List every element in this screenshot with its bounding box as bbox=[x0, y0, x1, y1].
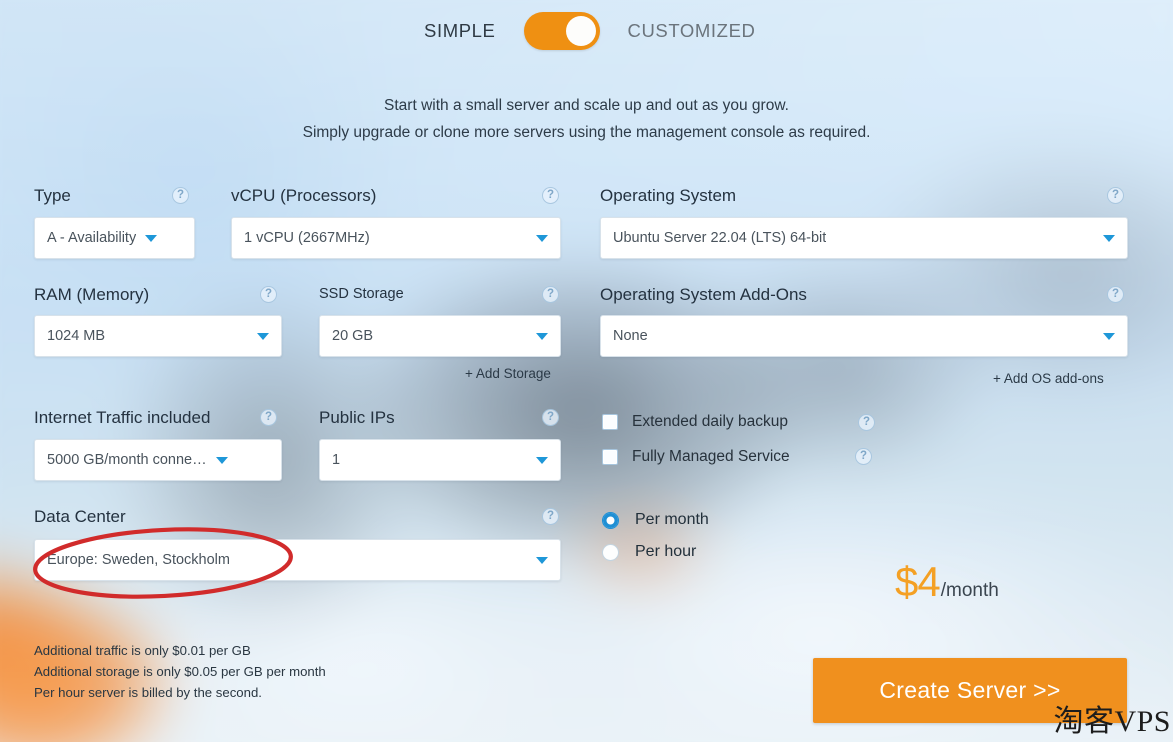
public-ips-select-value: 1 bbox=[332, 452, 341, 468]
label-os: Operating System bbox=[600, 186, 737, 205]
help-icon-os[interactable]: ? bbox=[1107, 187, 1124, 204]
os-select[interactable]: Ubuntu Server 22.04 (LTS) 64-bit bbox=[600, 217, 1128, 259]
checkbox-label-fully-managed: Fully Managed Service bbox=[632, 448, 790, 465]
add-os-addons-link[interactable]: + Add OS add-ons bbox=[993, 371, 1104, 386]
radio-row-per-hour[interactable]: Per hour bbox=[602, 543, 696, 561]
checkbox-row-fully-managed[interactable]: Fully Managed Service bbox=[602, 448, 790, 466]
help-icon-vcpu[interactable]: ? bbox=[542, 187, 559, 204]
add-storage-link[interactable]: + Add Storage bbox=[465, 366, 551, 381]
label-ssd: SSD Storage bbox=[319, 286, 404, 302]
help-icon-type[interactable]: ? bbox=[172, 187, 189, 204]
help-icon-public-ips[interactable]: ? bbox=[542, 409, 559, 426]
help-icon-fully-managed[interactable]: ? bbox=[855, 448, 872, 465]
mode-label-simple[interactable]: SIMPLE bbox=[346, 20, 496, 42]
price-period: /month bbox=[940, 580, 999, 601]
checkbox-fully-managed[interactable] bbox=[602, 449, 618, 465]
chevron-down-icon bbox=[257, 332, 269, 340]
chevron-down-icon bbox=[536, 456, 548, 464]
note-line-2: Additional storage is only $0.05 per GB … bbox=[34, 664, 326, 679]
mode-label-customized[interactable]: CUSTOMIZED bbox=[628, 20, 828, 42]
mode-toggle-row: SIMPLE CUSTOMIZED bbox=[0, 12, 1173, 50]
os-addons-select-value: None bbox=[613, 328, 648, 344]
vcpu-select-value: 1 vCPU (2667MHz) bbox=[244, 230, 370, 246]
datacenter-select-value: Europe: Sweden, Stockholm bbox=[47, 552, 230, 568]
chevron-down-icon bbox=[536, 332, 548, 340]
radio-row-per-month[interactable]: Per month bbox=[602, 511, 709, 529]
chevron-down-icon bbox=[215, 456, 228, 464]
toggle-knob bbox=[565, 16, 596, 46]
traffic-select[interactable]: 5000 GB/month conne… bbox=[34, 439, 282, 481]
watermark: 淘客VPS bbox=[1053, 705, 1171, 738]
checkbox-label-extended-backup: Extended daily backup bbox=[632, 413, 788, 430]
chevron-down-icon bbox=[145, 234, 158, 242]
note-line-1: Additional traffic is only $0.01 per GB bbox=[34, 643, 251, 658]
chevron-down-icon bbox=[1103, 332, 1115, 340]
radio-label-per-hour: Per hour bbox=[635, 543, 697, 560]
help-icon-traffic[interactable]: ? bbox=[260, 409, 277, 426]
help-icon-ram[interactable]: ? bbox=[260, 286, 277, 303]
ssd-select[interactable]: 20 GB bbox=[319, 315, 561, 357]
ram-select[interactable]: 1024 MB bbox=[34, 315, 282, 357]
label-traffic: Internet Traffic included bbox=[34, 408, 211, 427]
label-ram: RAM (Memory) bbox=[34, 285, 150, 304]
price-display: $4 /month bbox=[895, 558, 999, 606]
label-type: Type bbox=[34, 186, 71, 205]
price-amount: $4 bbox=[895, 558, 941, 605]
type-select-value: A - Availability bbox=[47, 230, 137, 246]
chevron-down-icon bbox=[536, 234, 548, 242]
chevron-down-icon bbox=[536, 556, 548, 564]
ssd-select-value: 20 GB bbox=[332, 328, 374, 344]
checkbox-row-extended-backup[interactable]: Extended daily backup bbox=[602, 413, 788, 431]
datacenter-select[interactable]: Europe: Sweden, Stockholm bbox=[34, 539, 561, 581]
vcpu-select[interactable]: 1 vCPU (2667MHz) bbox=[231, 217, 561, 259]
radio-per-hour[interactable] bbox=[602, 543, 619, 561]
label-public-ips: Public IPs bbox=[319, 408, 395, 427]
mode-toggle-switch[interactable] bbox=[523, 12, 600, 50]
radio-per-month[interactable] bbox=[602, 511, 619, 529]
label-os-addons: Operating System Add-Ons bbox=[600, 285, 807, 304]
label-vcpu: vCPU (Processors) bbox=[231, 186, 377, 205]
chevron-down-icon bbox=[1103, 234, 1115, 242]
checkbox-extended-backup[interactable] bbox=[602, 414, 618, 430]
pricing-configurator-page: SIMPLE CUSTOMIZED Start with a small ser… bbox=[0, 0, 1173, 742]
os-addons-select[interactable]: None bbox=[600, 315, 1128, 357]
label-datacenter: Data Center bbox=[34, 507, 126, 526]
intro-line-1: Start with a small server and scale up a… bbox=[384, 97, 789, 114]
help-icon-datacenter[interactable]: ? bbox=[542, 508, 559, 525]
traffic-select-value: 5000 GB/month conne… bbox=[47, 452, 207, 468]
help-icon-ssd[interactable]: ? bbox=[542, 286, 559, 303]
radio-label-per-month: Per month bbox=[635, 511, 709, 528]
intro-line-2: Simply upgrade or clone more servers usi… bbox=[302, 124, 871, 141]
note-line-3: Per hour server is billed by the second. bbox=[34, 685, 262, 700]
type-select[interactable]: A - Availability bbox=[34, 217, 195, 259]
help-icon-os-addons[interactable]: ? bbox=[1107, 286, 1124, 303]
ram-select-value: 1024 MB bbox=[47, 328, 106, 344]
intro-text: Start with a small server and scale up a… bbox=[0, 92, 1173, 146]
public-ips-select[interactable]: 1 bbox=[319, 439, 561, 481]
os-select-value: Ubuntu Server 22.04 (LTS) 64-bit bbox=[613, 230, 827, 246]
pricing-notes: Additional traffic is only $0.01 per GB … bbox=[34, 640, 326, 703]
help-icon-extended-backup[interactable]: ? bbox=[858, 414, 875, 431]
